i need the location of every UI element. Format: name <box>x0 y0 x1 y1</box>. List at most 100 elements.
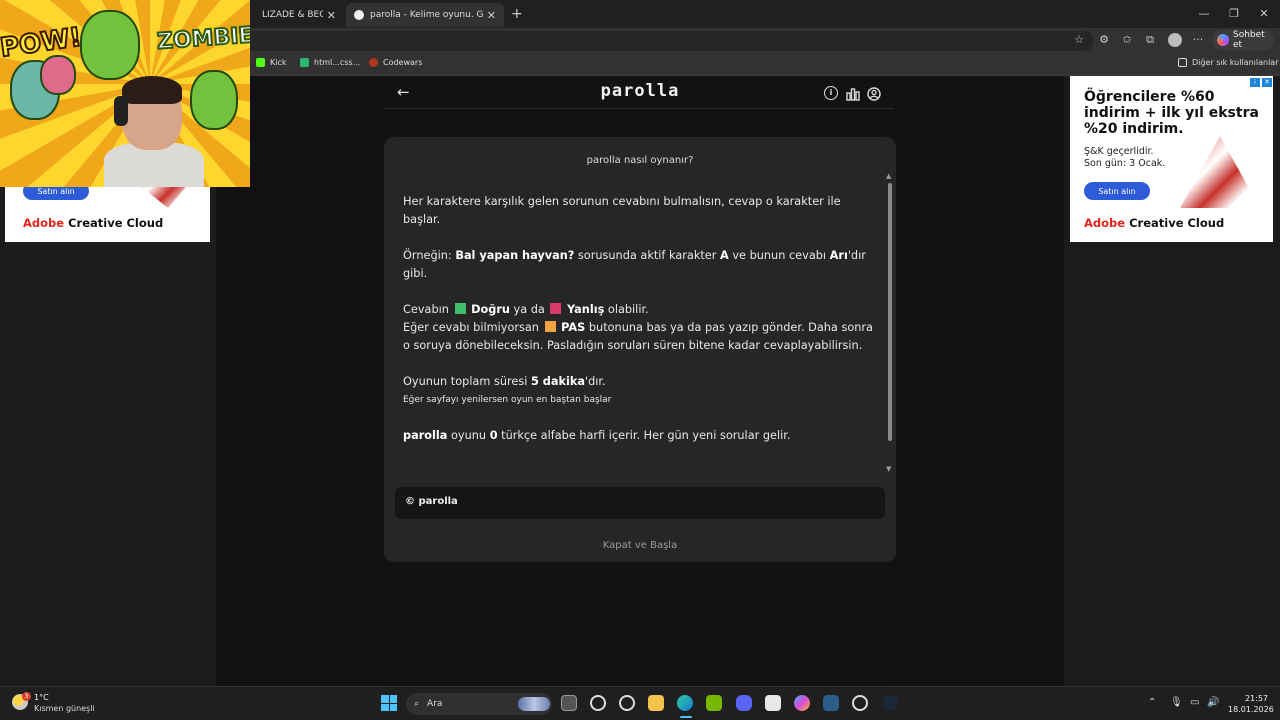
grok-app-icon[interactable] <box>590 695 606 711</box>
text: ya da <box>509 303 549 316</box>
weather-description: Kısmen güneşli <box>34 704 95 713</box>
copilot-app-icon[interactable] <box>794 695 810 711</box>
maximize-icon[interactable]: ❐ <box>1224 7 1244 20</box>
ad-close-icon[interactable]: ✕ <box>1262 78 1272 87</box>
html-css-icon <box>300 58 309 67</box>
file-explorer-icon[interactable] <box>648 695 664 711</box>
network-icon[interactable]: ▭ <box>1190 697 1199 708</box>
new-tab-icon[interactable]: + <box>511 6 523 22</box>
snipping-tool-icon[interactable] <box>765 695 781 711</box>
scroll-up-icon[interactable]: ▲ <box>886 172 891 180</box>
start-button-icon[interactable] <box>381 695 397 711</box>
ad-brand: Adobe Creative Cloud <box>23 216 163 230</box>
correct-label: Doğru <box>471 303 510 316</box>
wrong-square-icon <box>550 303 562 314</box>
tray-expand-icon[interactable]: ⌃ <box>1148 697 1156 708</box>
ad-buy-button[interactable]: Satın alın <box>1084 182 1150 200</box>
close-tab-icon[interactable]: ✕ <box>487 9 496 22</box>
wrong-label: Yanlış <box>567 303 605 316</box>
codewars-icon <box>369 58 378 67</box>
edge-browser-icon[interactable] <box>677 695 693 711</box>
bookmark-codewars[interactable]: Codewars <box>369 58 422 67</box>
more-options-icon[interactable]: ··· <box>1190 33 1206 46</box>
ad-subtext-2: Son gün: 3 Ocak. <box>1084 158 1166 169</box>
steam-app-icon[interactable] <box>882 695 898 711</box>
close-window-icon[interactable]: ✕ <box>1254 7 1274 20</box>
scroll-down-icon[interactable]: ▼ <box>886 465 891 473</box>
result-paragraph: Cevabın Doğru ya da Yanlış olabilir. <box>403 301 873 319</box>
pass-label: PAS <box>561 321 586 334</box>
bookmark-label: html...css... <box>314 58 361 67</box>
tab-inactive[interactable]: LIZADE & BEGE - 24/7 ✕ <box>248 3 344 27</box>
collections-icon[interactable]: ⧉ <box>1142 33 1158 47</box>
zombie-face-image <box>80 10 140 80</box>
favorite-star-icon[interactable]: ☆ <box>1071 33 1087 46</box>
clock[interactable]: 21:57 18.01.2026 <box>1228 693 1274 715</box>
streamer-image <box>100 72 210 187</box>
tab-title: LIZADE & BEGE - 24/7 <box>262 10 323 20</box>
modal-scrollbar[interactable] <box>888 183 892 441</box>
weather-temperature: 1°C <box>34 693 49 702</box>
brand-name: parolla <box>403 429 448 442</box>
volume-icon[interactable]: 🔊 <box>1207 697 1219 708</box>
example-paragraph: Örneğin: Bal yapan hayvan? sorusunda akt… <box>403 247 873 283</box>
copilot-icon <box>1217 34 1229 46</box>
chat-button-label: Sohbet et <box>1233 30 1265 50</box>
kick-icon <box>256 58 265 67</box>
clock-time: 21:57 <box>1244 694 1268 703</box>
close-tab-icon[interactable]: ✕ <box>327 9 336 22</box>
text: Oyunun toplam süresi <box>403 375 531 388</box>
time-paragraph: Oyunun toplam süresi 5 dakika'dır. <box>403 373 873 391</box>
microphone-icon[interactable]: 🎙 <box>1170 697 1183 708</box>
letter-count: 0 <box>489 429 498 442</box>
discord-app-icon[interactable] <box>736 695 752 711</box>
other-bookmarks[interactable]: Diğer sık kullanılanlar <box>1178 58 1279 67</box>
bookmark-kick[interactable]: Kick <box>256 58 287 67</box>
weather-badge: 3 <box>22 692 31 701</box>
chatgpt-app-icon[interactable] <box>619 695 635 711</box>
brand-black: Creative Cloud <box>64 216 164 230</box>
obs-app-icon[interactable] <box>852 695 868 711</box>
zombie-face-image <box>40 55 76 95</box>
info-icon[interactable]: i <box>824 86 838 100</box>
brand-red: Adobe <box>23 216 65 230</box>
favorites-icon[interactable]: ✩ <box>1119 33 1135 46</box>
time-value: 5 dakika <box>530 375 586 388</box>
ad-subtext-1: Ş&K geçerlidir. <box>1084 146 1154 157</box>
text: Eğer cevabı bilmiyorsan <box>403 321 543 334</box>
modal-title: parolla nasıl oynanır? <box>586 155 694 166</box>
nvidia-app-icon[interactable] <box>706 695 722 711</box>
app-icon[interactable] <box>823 695 839 711</box>
example-char: A <box>720 249 729 262</box>
profile-avatar[interactable] <box>1168 33 1182 47</box>
address-bar[interactable] <box>244 31 1094 51</box>
webcam-overlay: POW! ZOMBIE! <box>0 0 250 187</box>
brand-black: Creative Cloud <box>1125 216 1225 230</box>
text: sorusunda aktif karakter <box>574 249 720 262</box>
back-arrow-icon[interactable]: ← <box>397 83 410 101</box>
text: türkçe alfabe harfi içerir. Her gün yeni… <box>497 429 791 442</box>
tab-active[interactable]: parolla - Kelime oyunu. Günlük kel ✕ <box>346 3 504 27</box>
copilot-chat-button[interactable]: Sohbet et <box>1212 30 1274 50</box>
extension-icon[interactable]: ⚙ <box>1096 33 1112 46</box>
right-gutter <box>894 76 1064 686</box>
headset-image <box>114 96 128 126</box>
task-view-icon[interactable] <box>561 695 577 711</box>
letters-paragraph: parolla oyunu 0 türkçe alfabe harfi içer… <box>403 427 873 445</box>
example-question: Bal yapan hayvan? <box>455 249 575 262</box>
profile-icon[interactable] <box>867 86 881 101</box>
other-bookmarks-label: Diğer sık kullanılanlar <box>1192 58 1279 67</box>
ad-headline: Öğrencilere %60 indirim + ilk yıl ekstra… <box>1084 89 1259 137</box>
ad-brand: Adobe Creative Cloud <box>1084 216 1224 230</box>
minimize-icon[interactable]: — <box>1194 7 1214 20</box>
close-and-start-button[interactable]: Kapat ve Başla <box>384 540 896 551</box>
clock-date: 18.01.2026 <box>1228 705 1274 714</box>
stats-icon[interactable] <box>846 86 860 101</box>
text: ve bunun cevabı <box>728 249 830 262</box>
copyright-text: © parolla <box>405 496 458 507</box>
active-app-indicator <box>680 716 692 718</box>
ad-info-icon[interactable]: i <box>1250 78 1260 87</box>
windows-taskbar <box>0 686 1280 720</box>
brand-red: Adobe <box>1084 216 1126 230</box>
bookmark-html-css[interactable]: html...css... <box>300 58 360 67</box>
